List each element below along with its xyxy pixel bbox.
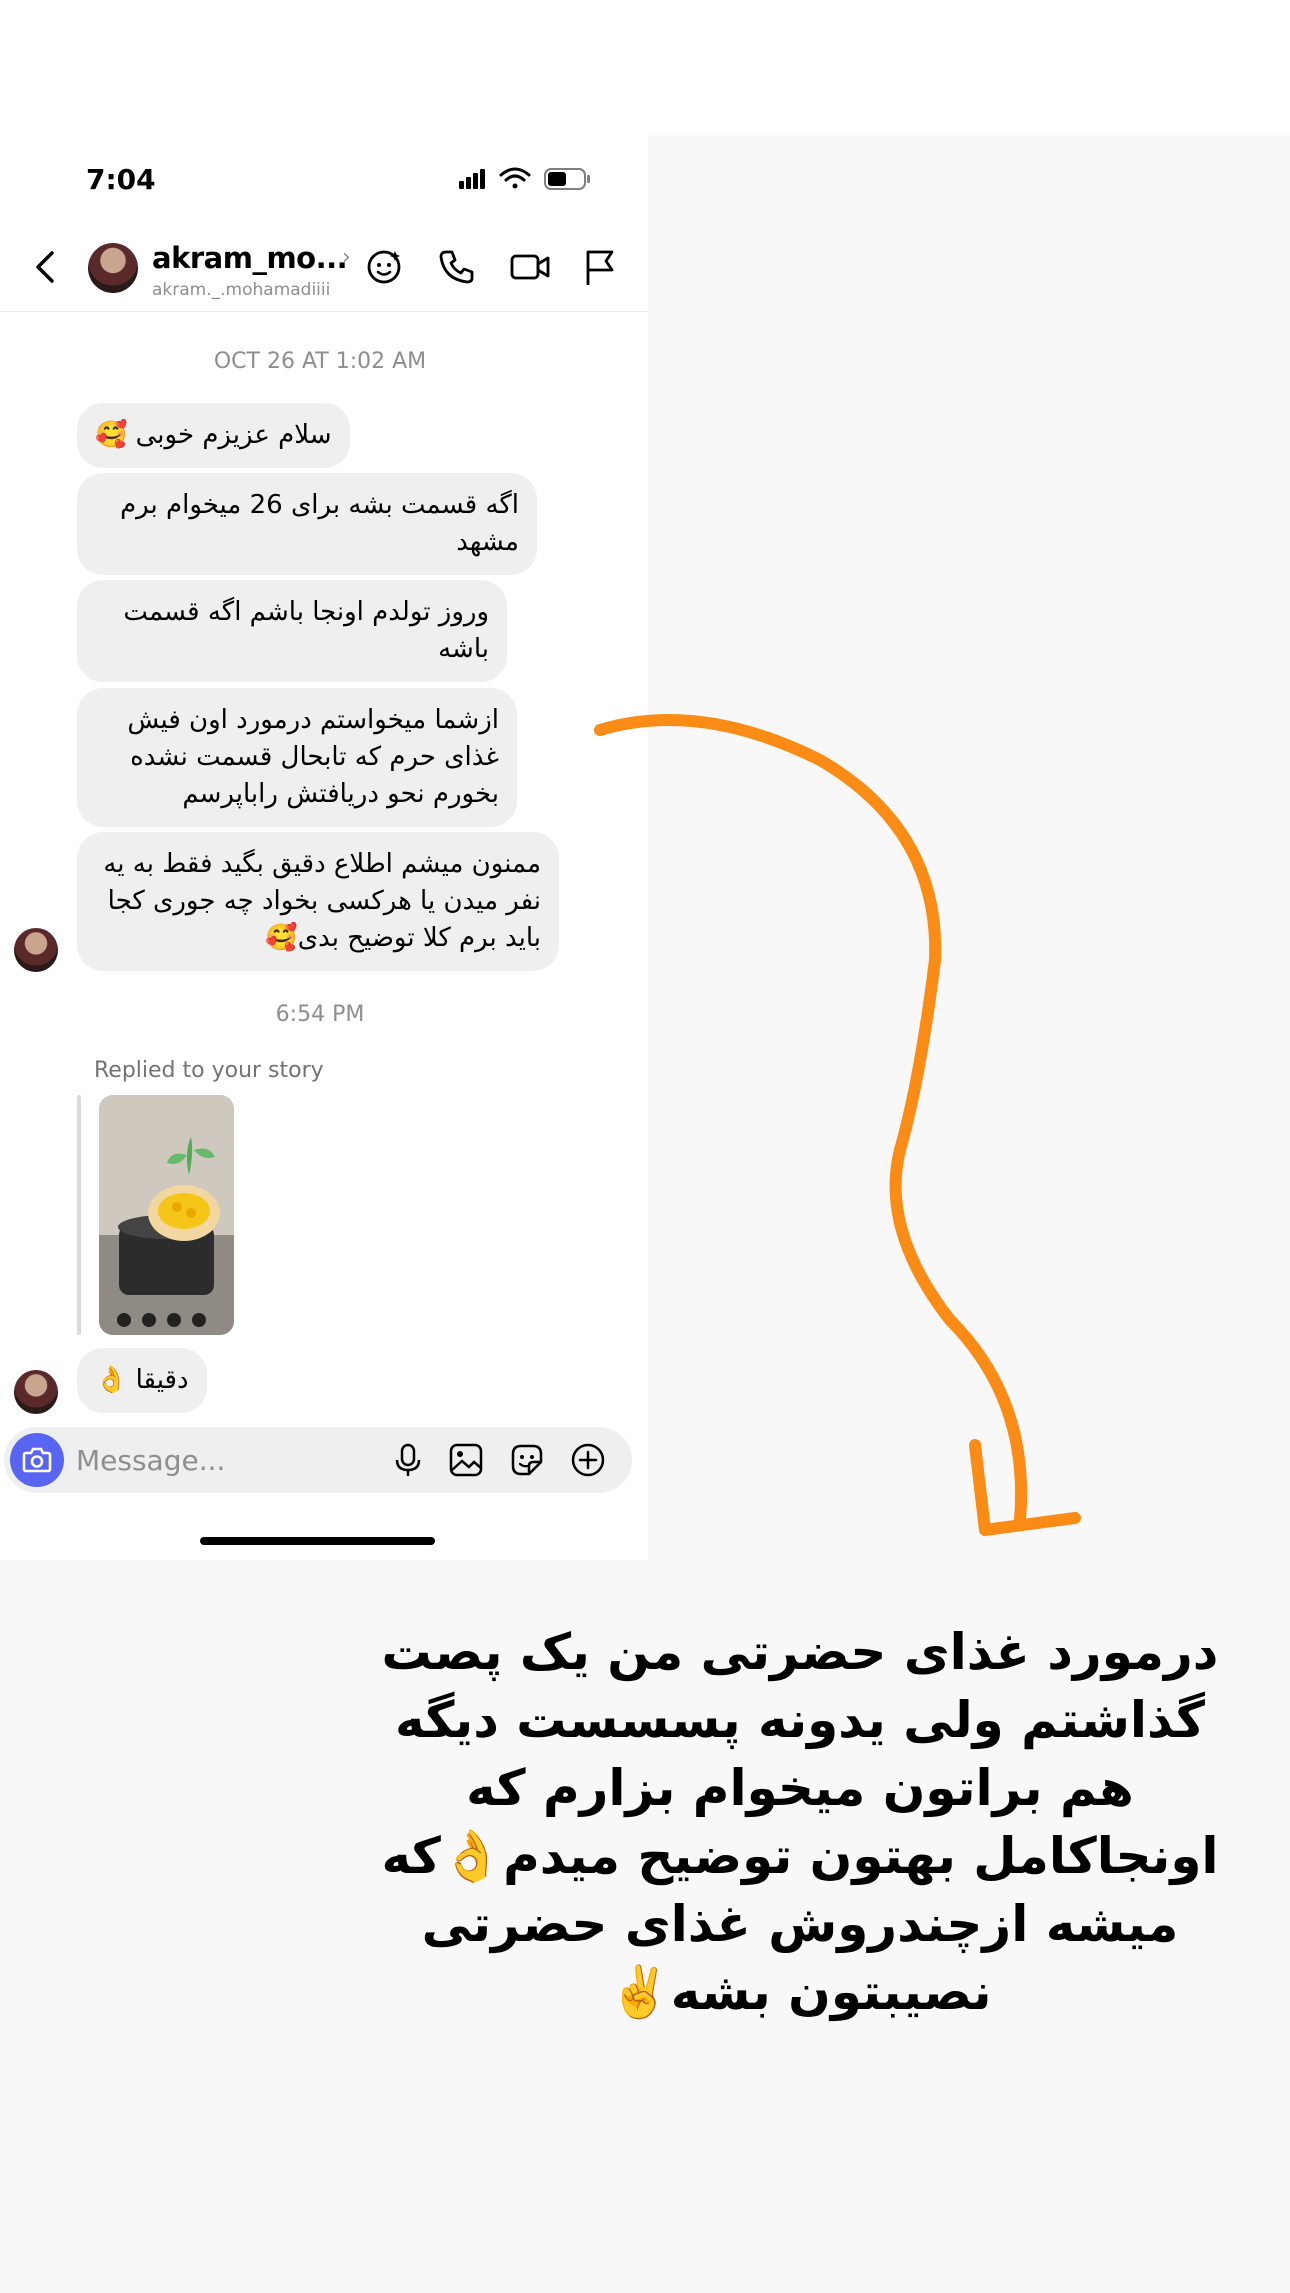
message-bubble[interactable]: وروز تولدم اونجا باشم اگه قسمت باشه: [77, 580, 507, 682]
arrow-curve: [594, 714, 1028, 1526]
replied-to-story-label: Replied to your story: [94, 1058, 324, 1083]
story-caption: درمورد غذای حضرتی من یک پصت گذاشتم ولی ی…: [381, 1623, 1219, 2021]
message-composer: [4, 1427, 632, 1493]
avatar[interactable]: [88, 243, 138, 293]
status-time: 7:04: [86, 163, 156, 196]
chevron-right-icon[interactable]: ›: [342, 245, 351, 270]
message-bubble[interactable]: دقیقا 👌: [77, 1348, 207, 1413]
message-bubble[interactable]: ازشما میخواستم درمورد اون فیش غذای حرم ک…: [77, 688, 517, 827]
time-separator: 6:54 PM: [275, 1002, 365, 1027]
flag-icon[interactable]: [578, 245, 622, 289]
sticker-icon[interactable]: [507, 1440, 547, 1480]
story-image: [99, 1095, 234, 1335]
story-thumbnail[interactable]: [99, 1095, 234, 1335]
message-bubble[interactable]: اگه قسمت بشه برای 26 میخوام برم مشهد: [77, 473, 537, 575]
message-input[interactable]: [76, 1427, 376, 1493]
chat-username[interactable]: akram_mo...: [152, 241, 348, 275]
date-separator: OCT 26 AT 1:02 AM: [213, 349, 427, 374]
home-indicator: [200, 1537, 435, 1545]
reply-indicator: [77, 1095, 81, 1335]
chat-header: akram_mo... › akram._.mohamadiiii: [0, 223, 648, 312]
sender-avatar[interactable]: [14, 928, 58, 972]
phone-call-icon[interactable]: [434, 245, 478, 289]
effects-icon[interactable]: [362, 245, 406, 289]
status-icons: [459, 167, 590, 190]
camera-button[interactable]: [10, 1433, 64, 1487]
signal-icon: [459, 169, 485, 189]
message-bubble[interactable]: ممنون میشم اطلاع دقیق بگید فقط به یه نفر…: [77, 832, 559, 971]
arrow-head: [969, 1439, 1081, 1536]
camera-icon: [22, 1447, 52, 1473]
gallery-icon[interactable]: [446, 1440, 486, 1480]
add-icon[interactable]: [568, 1440, 608, 1480]
message-bubble[interactable]: سلام عزیزم خوبی 🥰: [77, 403, 350, 468]
top-margin: [0, 0, 1290, 135]
wifi-icon: [499, 167, 531, 189]
back-arrow-icon[interactable]: [28, 247, 64, 287]
sender-avatar[interactable]: [14, 1370, 58, 1414]
microphone-icon[interactable]: [388, 1440, 428, 1480]
battery-icon: [544, 168, 590, 190]
dm-screenshot: 7:04 akram_mo... › akram._.mohamadiiii O…: [0, 135, 648, 1560]
chat-handle: akram._.mohamadiiii: [152, 280, 331, 300]
video-call-icon[interactable]: [508, 245, 552, 289]
